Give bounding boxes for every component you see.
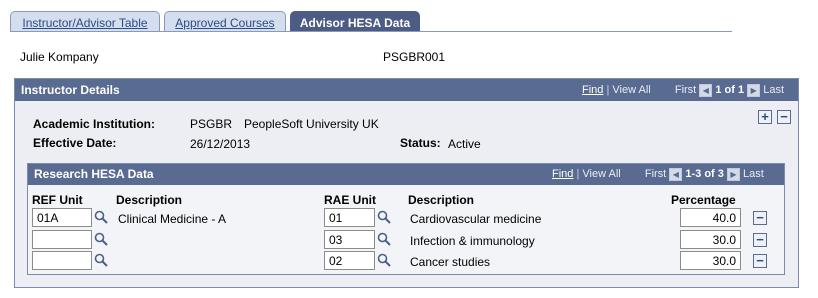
research-hesa-nav: Find | View All First ◀ 1-3 of 3 ▶ Last [552,167,764,181]
academic-institution-name: PeopleSoft University UK [244,117,379,131]
research-next-arrow-icon[interactable]: ▶ [726,167,740,181]
percentage-input[interactable] [680,230,741,249]
percentage-input[interactable] [680,251,741,270]
view-all-link[interactable]: View All [612,84,650,96]
instructor-details-nav: Find | View All First ◀ 1 of 1 ▶ Last [582,83,785,97]
status-value: Active [448,137,481,151]
tab-advisor-hesa-data[interactable]: Advisor HESA Data [290,11,420,32]
rae-description-value: Cancer studies [410,255,491,269]
research-find-link[interactable]: Find [552,168,573,180]
magnifier-icon[interactable] [377,210,391,224]
last-link[interactable]: Last [763,84,784,96]
rae-description-value: Cardiovascular medicine [410,212,542,226]
delete-row-minus-icon[interactable]: − [753,254,767,268]
previous-arrow-icon[interactable]: ◀ [699,83,713,97]
status-label: Status: [400,136,441,150]
add-row-plus-icon[interactable]: + [758,110,772,124]
percentage-header: Percentage [671,193,736,207]
next-arrow-icon[interactable]: ▶ [747,83,761,97]
magnifier-icon[interactable] [377,253,391,267]
rae-unit-input[interactable] [324,230,375,249]
tab-baseline [10,31,732,32]
instructor-details-box: Instructor Details Find | View All First… [14,78,799,288]
magnifier-icon[interactable] [94,210,108,224]
magnifier-icon[interactable] [377,232,391,246]
ref-description-header: Description [116,193,183,207]
delete-row-minus-icon[interactable]: − [777,110,791,124]
research-first-link[interactable]: First [645,168,666,180]
find-link[interactable]: Find [582,84,603,96]
research-hesa-box: Research HESA Data Find | View All First… [27,163,785,275]
first-link[interactable]: First [675,84,696,96]
magnifier-icon[interactable] [94,232,108,246]
research-last-link[interactable]: Last [743,168,764,180]
rae-description-value: Infection & immunology [410,234,535,248]
row-count: 1 of 1 [715,84,745,96]
ref-unit-input[interactable] [32,230,92,249]
rae-unit-input[interactable] [324,251,375,270]
tab-instructor-advisor-table[interactable]: Instructor/Advisor Table [10,11,160,32]
magnifier-icon[interactable] [94,253,108,267]
person-id: PSGBR001 [383,50,446,64]
person-name: Julie Kompany [20,50,99,64]
ref-description-value: Clinical Medicine - A [118,212,227,226]
tab-approved-courses[interactable]: Approved Courses [164,11,286,32]
percentage-input[interactable] [680,208,741,227]
ref-unit-input[interactable] [32,208,92,227]
ref-unit-header: REF Unit [32,193,83,207]
ref-unit-input[interactable] [32,251,92,270]
delete-row-minus-icon[interactable]: − [753,211,767,225]
research-previous-arrow-icon[interactable]: ◀ [669,167,683,181]
effective-date-value: 26/12/2013 [190,137,251,151]
delete-row-minus-icon[interactable]: − [753,233,767,247]
rae-unit-header: RAE Unit [324,193,376,207]
academic-institution-code: PSGBR [190,117,233,131]
research-row-count: 1-3 of 3 [685,168,724,180]
rae-description-header: Description [408,193,475,207]
research-view-all-link[interactable]: View All [582,168,620,180]
rae-unit-input[interactable] [324,208,375,227]
effective-date-label: Effective Date: [33,136,117,150]
academic-institution-label: Academic Institution: [33,117,156,131]
